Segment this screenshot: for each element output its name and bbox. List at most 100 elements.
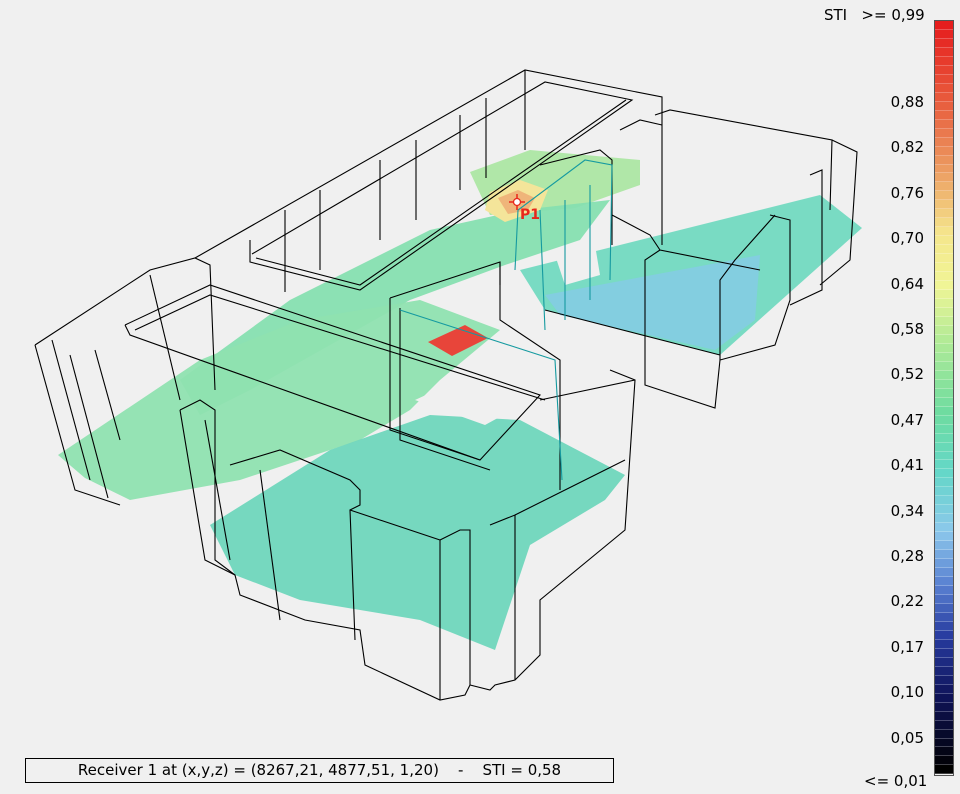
- color-scale-band: [935, 209, 953, 219]
- color-scale-band: [935, 343, 953, 353]
- color-scale-band: [935, 281, 953, 291]
- color-scale-band: [935, 559, 953, 569]
- color-scale-band: [935, 155, 953, 165]
- color-scale-band: [935, 460, 953, 470]
- color-scale-band: [935, 442, 953, 452]
- color-scale-band: [935, 29, 953, 39]
- color-scale-band: [935, 630, 953, 640]
- color-scale-band: [935, 173, 953, 183]
- color-scale-band: [935, 765, 953, 775]
- color-scale-band: [935, 254, 953, 264]
- color-scale-band: [935, 218, 953, 228]
- color-scale-band: [935, 666, 953, 676]
- color-scale-band: [935, 729, 953, 739]
- color-scale-band: [935, 514, 953, 524]
- color-scale-band: [935, 603, 953, 613]
- color-scale-band: [935, 424, 953, 434]
- color-scale-band: [935, 65, 953, 75]
- legend-tick-label: 0,10: [890, 683, 924, 702]
- color-scale-band: [935, 747, 953, 757]
- color-scale-band: [935, 496, 953, 506]
- color-scale-band: [935, 227, 953, 237]
- legend-bottom-label: <= 0,01: [864, 772, 928, 790]
- color-scale-band: [935, 639, 953, 649]
- floor-cutout-2: [470, 285, 520, 325]
- color-scale-band: [935, 164, 953, 174]
- receiver-marker-label: P1: [520, 207, 540, 223]
- color-scale-band: [935, 478, 953, 488]
- color-scale-band: [935, 702, 953, 712]
- color-scale-band: [935, 406, 953, 416]
- legend-tick-label: 0,17: [890, 637, 924, 656]
- color-scale-band: [935, 379, 953, 389]
- color-scale-band: [935, 92, 953, 102]
- color-scale-band: [935, 711, 953, 721]
- color-scale-band: [935, 433, 953, 443]
- color-scale-band: [935, 83, 953, 93]
- legend-title-row: STI >= 0,99: [824, 6, 925, 24]
- color-scale-band: [935, 200, 953, 210]
- color-scale-band: [935, 334, 953, 344]
- color-scale-band: [935, 648, 953, 658]
- color-scale-band: [935, 128, 953, 138]
- color-scale-band: [935, 182, 953, 192]
- color-scale-band: [935, 74, 953, 84]
- color-scale-band: [935, 505, 953, 515]
- legend-tick-label: 0,41: [890, 456, 924, 475]
- legend-tick-label: 0,47: [890, 410, 924, 429]
- legend-tick-label: 0,05: [890, 728, 924, 747]
- color-scale-band: [935, 361, 953, 371]
- legend-top-label: >= 0,99: [861, 6, 925, 24]
- color-scale-band: [935, 290, 953, 300]
- color-scale-band: [935, 568, 953, 578]
- color-scale-band: [935, 101, 953, 111]
- legend-tick-label: 0,82: [890, 138, 924, 157]
- color-scale-band: [935, 316, 953, 326]
- legend-tick-label: 0,34: [890, 501, 924, 520]
- color-scale-band: [935, 56, 953, 66]
- legend-tick-label: 0,76: [890, 183, 924, 202]
- color-scale-band: [935, 370, 953, 380]
- legend-tick-label: 0,22: [890, 592, 924, 611]
- legend-tick-label: 0,58: [890, 320, 924, 338]
- legend-tick-label: 0,64: [890, 274, 924, 293]
- color-scale-band: [935, 577, 953, 587]
- color-scale-band: [935, 272, 953, 282]
- color-scale-band: [935, 541, 953, 551]
- color-scale-band: [935, 487, 953, 497]
- color-scale-band: [935, 612, 953, 622]
- color-scale-band: [935, 469, 953, 479]
- color-scale-band: [935, 595, 953, 604]
- sti-floor-planes: [58, 150, 862, 650]
- color-scale-band: [935, 146, 953, 156]
- color-scale-band: [935, 397, 953, 407]
- color-scale-band: [935, 47, 953, 57]
- color-scale-band: [935, 621, 953, 631]
- color-scale-band: [935, 191, 953, 201]
- sti-color-scale: [934, 20, 954, 776]
- color-scale-band: [935, 657, 953, 667]
- color-scale-band: [935, 308, 953, 317]
- color-scale-band: [935, 263, 953, 273]
- legend-tick-label: 0,52: [890, 365, 924, 384]
- color-scale-band: [935, 110, 953, 120]
- color-scale-band: [935, 756, 953, 766]
- color-scale-band: [935, 352, 953, 362]
- color-scale-band: [935, 693, 953, 703]
- color-scale-band: [935, 415, 953, 425]
- color-scale-band: [935, 119, 953, 129]
- color-scale-band: [935, 738, 953, 748]
- legend-title: STI: [824, 6, 848, 24]
- color-scale-band: [935, 523, 953, 533]
- color-scale-band: [935, 299, 953, 308]
- color-scale-band: [935, 137, 953, 147]
- color-scale-band: [935, 388, 953, 398]
- 3d-model-viewport[interactable]: P1: [0, 0, 960, 794]
- color-scale-band: [935, 675, 953, 685]
- color-scale-band: [935, 720, 953, 730]
- legend-tick-label: 0,70: [890, 229, 924, 248]
- receiver-status-bar: Receiver 1 at (x,y,z) = (8267,21, 4877,5…: [25, 758, 614, 783]
- color-scale-band: [935, 586, 953, 595]
- color-scale-band: [935, 245, 953, 255]
- legend-tick-label: 0,88: [890, 93, 924, 111]
